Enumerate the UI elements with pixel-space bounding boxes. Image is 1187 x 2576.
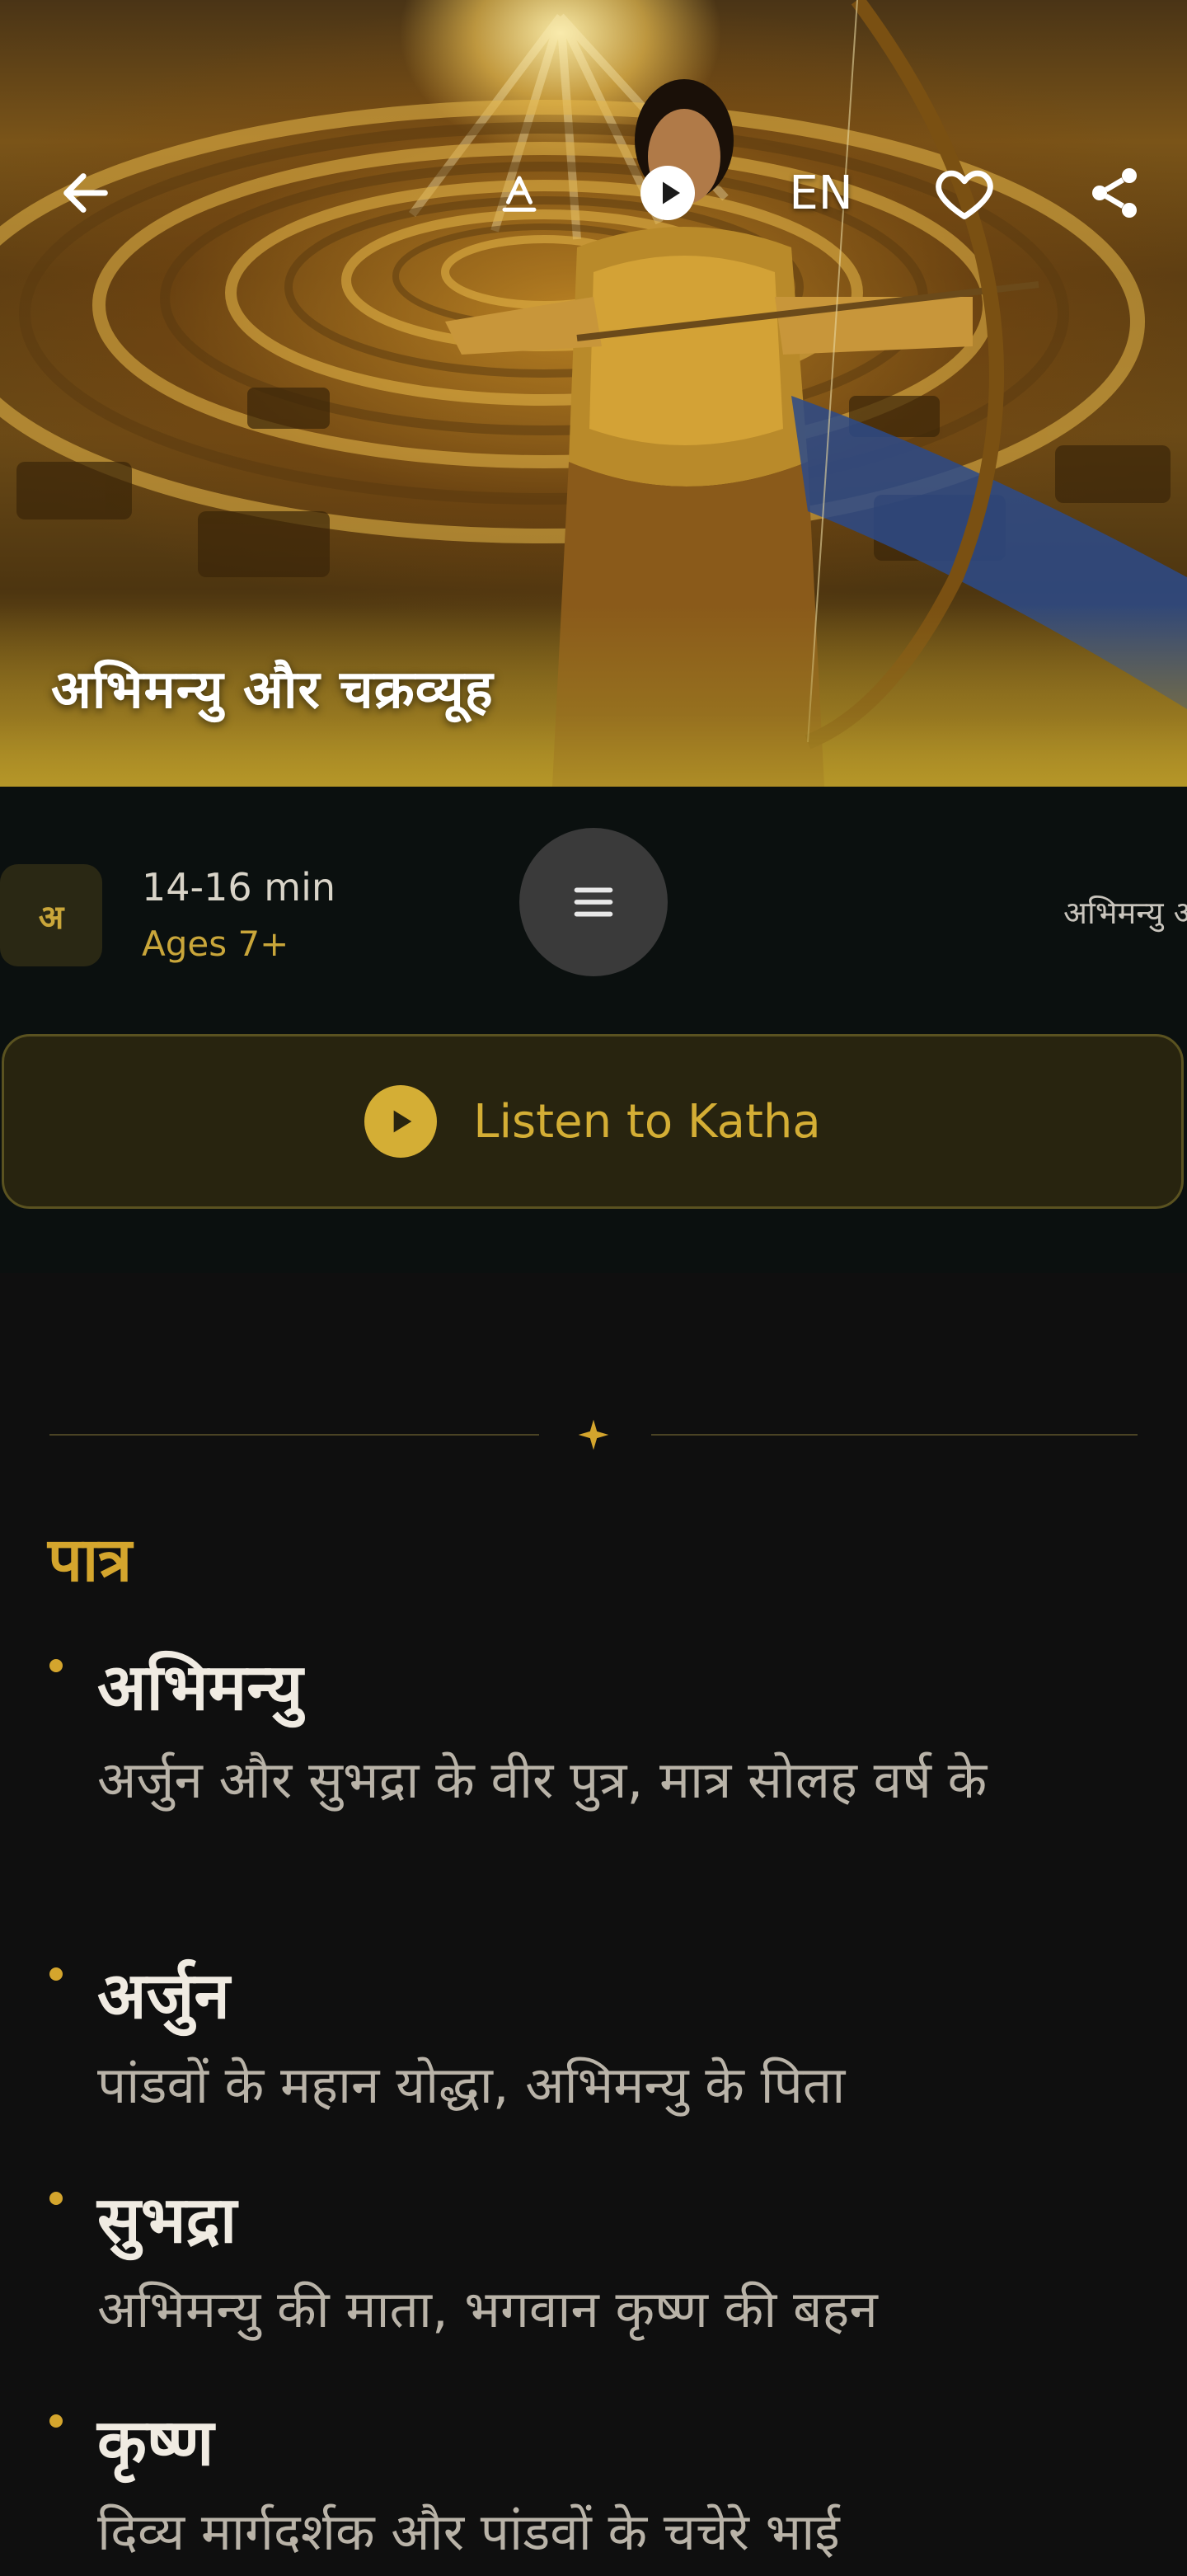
story-info-panel: अ 14-16 min Ages 7+ अभिमन्यु और चक्रव्यू… bbox=[0, 787, 1187, 1273]
character-name: अर्जुन bbox=[97, 1959, 230, 2033]
listen-katha-label: Listen to Katha bbox=[473, 1094, 821, 1149]
character-name: अभिमन्यु bbox=[97, 1651, 303, 1725]
bullet-dot bbox=[49, 2192, 63, 2205]
character-name: कृष्ण bbox=[97, 2406, 214, 2480]
language-badge: अ bbox=[0, 864, 102, 966]
back-button[interactable] bbox=[53, 160, 119, 226]
bullet-dot bbox=[49, 2414, 63, 2428]
bullet-dot bbox=[49, 1659, 63, 1672]
favorite-button[interactable] bbox=[931, 160, 997, 226]
age-range-label: Ages 7+ bbox=[142, 924, 289, 964]
characters-heading: पात्र bbox=[48, 1525, 133, 1596]
menu-button[interactable] bbox=[519, 828, 668, 976]
menu-icon bbox=[574, 887, 613, 917]
listen-katha-button[interactable]: Listen to Katha bbox=[2, 1034, 1184, 1209]
character-description: अर्जुन और सुभद्रा के वीर पुत्र, मात्र सो… bbox=[97, 1750, 988, 1810]
text-size-icon bbox=[502, 176, 537, 212]
text-size-button[interactable] bbox=[486, 160, 552, 226]
play-icon bbox=[640, 166, 695, 220]
star-icon bbox=[578, 1419, 609, 1450]
bullet-dot bbox=[49, 1967, 63, 1981]
character-description: पांडवों के महान योद्धा, अभिमन्यु के पिता bbox=[97, 2055, 846, 2115]
character-description: दिव्य मार्गदर्शक और पांडवों के चचेरे भाई bbox=[97, 2502, 840, 2562]
share-icon bbox=[1092, 168, 1137, 218]
duration-label: 14-16 min bbox=[142, 865, 336, 910]
share-button[interactable] bbox=[1081, 160, 1147, 226]
back-arrow-icon bbox=[63, 173, 108, 213]
character-name: सुभद्रा bbox=[97, 2183, 237, 2258]
story-title: अभिमन्यु और चक्रव्यूह bbox=[51, 660, 494, 721]
language-toggle[interactable]: EN bbox=[780, 163, 862, 223]
play-circle-icon bbox=[364, 1085, 438, 1158]
ornament-divider bbox=[49, 1418, 1138, 1451]
heart-icon bbox=[936, 170, 993, 219]
play-audio-button[interactable] bbox=[635, 160, 701, 226]
hero-banner: EN अभिमन्यु और चक्रव्यूह bbox=[0, 0, 1187, 787]
character-description: अभिमन्यु की माता, भगवान कृष्ण की बहन bbox=[97, 2279, 878, 2339]
title-marquee: अभिमन्यु और चक्रव्यूह bbox=[1063, 895, 1187, 931]
